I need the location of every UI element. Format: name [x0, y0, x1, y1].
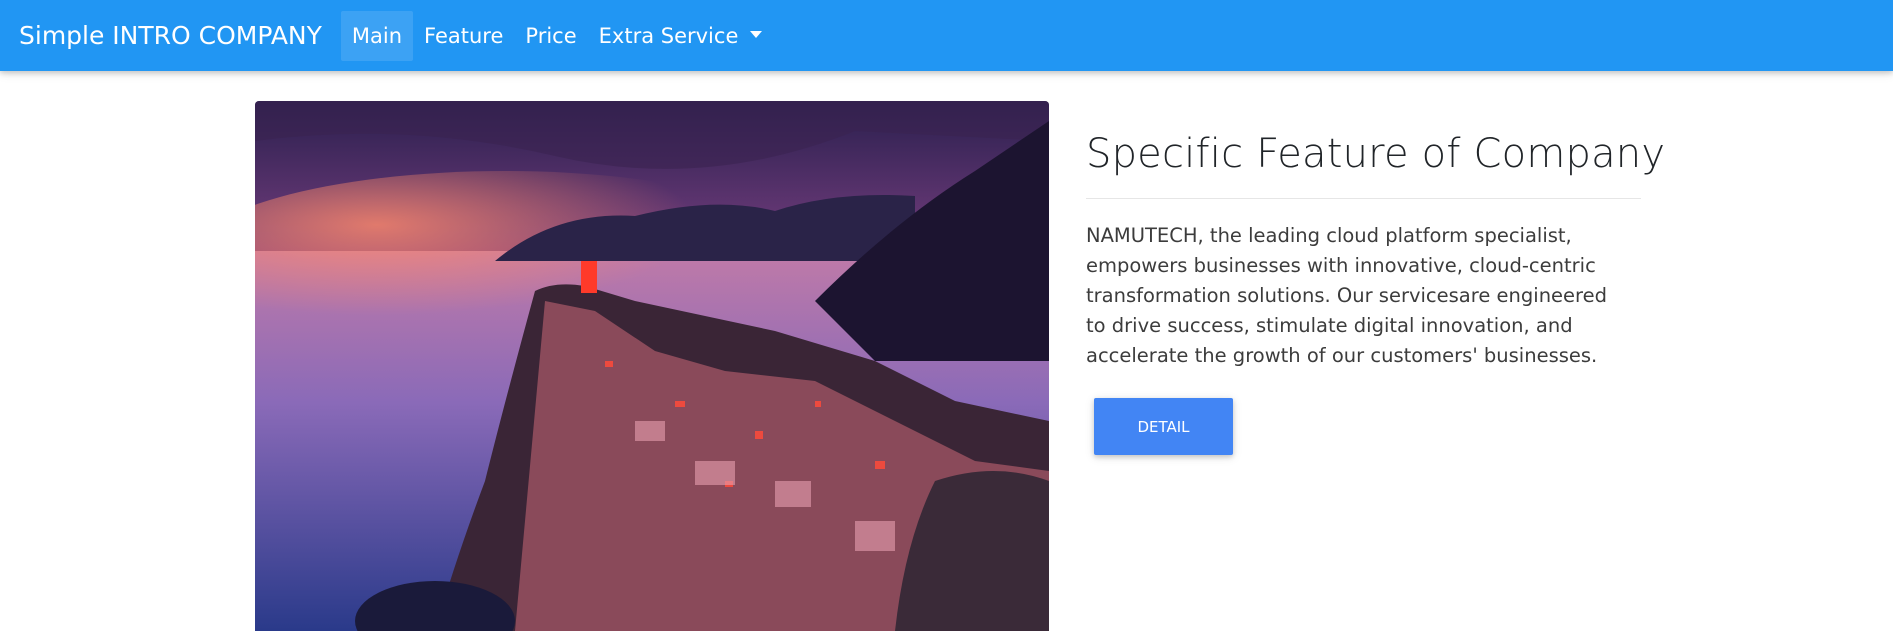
nav-link-feature[interactable]: Feature — [413, 11, 514, 61]
nav-link-main[interactable]: Main — [340, 10, 414, 61]
hero-image — [255, 101, 1049, 631]
caret-down-icon — [750, 31, 763, 38]
nav-link-price[interactable]: Price — [514, 11, 587, 61]
feature-description: NAMUTECH, the leading cloud platform spe… — [1086, 224, 1608, 367]
feature-title: Specific Feature of Company — [1086, 131, 1666, 177]
brand-logo-text[interactable]: Simple INTRO COMPANY — [19, 21, 322, 50]
nav-dropdown-extra-service[interactable]: Extra Service — [588, 11, 774, 61]
title-divider — [1086, 198, 1641, 199]
nav-dropdown-label: Extra Service — [598, 23, 739, 48]
feature-text-column: Specific Feature of Company NAMUTECH, th… — [1086, 128, 1666, 371]
detail-button[interactable]: DETAIL — [1094, 398, 1233, 455]
coastal-village-sunset-image — [255, 101, 1049, 631]
top-navbar: Simple INTRO COMPANY Main Feature Price … — [0, 0, 1893, 71]
